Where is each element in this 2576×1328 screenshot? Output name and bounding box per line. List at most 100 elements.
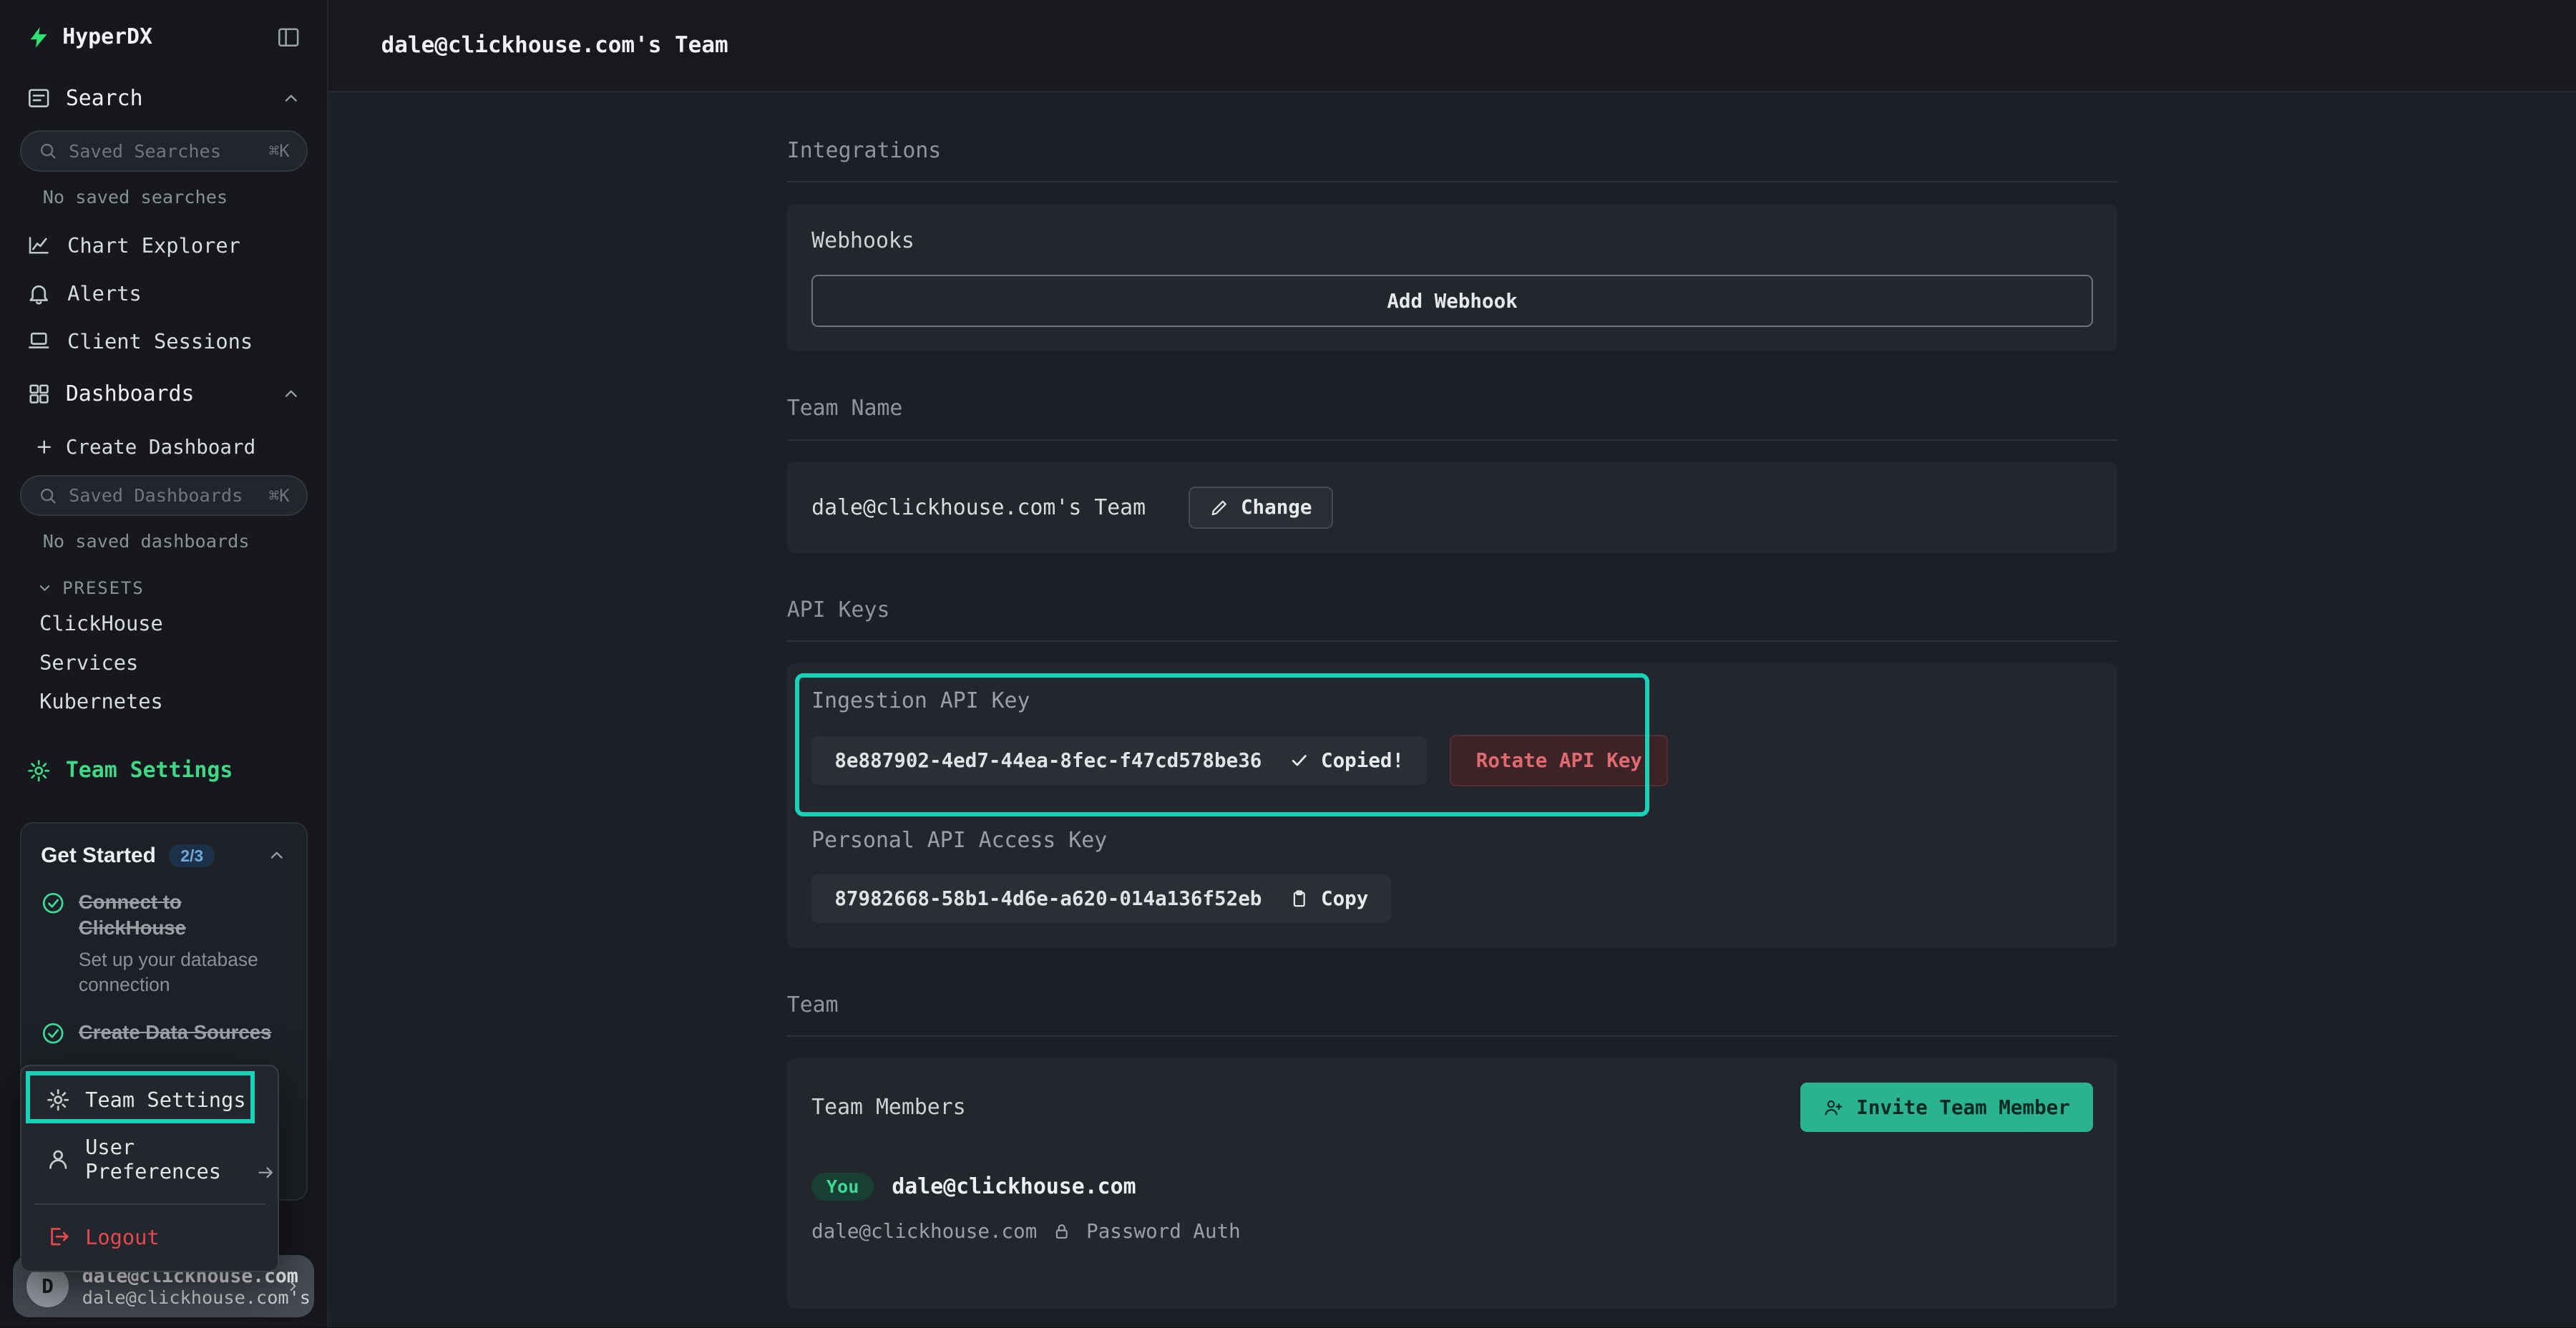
- sidebar-item-dashboards[interactable]: Dashboards: [0, 365, 327, 423]
- get-started-step-sources[interactable]: Create Data Sources: [41, 1020, 286, 1046]
- chevron-right-icon: [285, 1278, 301, 1294]
- main-area: dale@clickhouse.com's Team Integrations …: [328, 0, 2576, 1327]
- saved-dashboards-input[interactable]: Saved Dashboards ⌘K: [20, 475, 308, 516]
- nav-label: Chart Explorer: [67, 233, 240, 258]
- api-keys-heading: API Keys: [787, 597, 2118, 622]
- preset-item-services[interactable]: Services: [0, 644, 327, 683]
- team-heading: Team: [787, 992, 2118, 1017]
- api-keys-card: Ingestion API Key 8e887902-4ed7-44ea-8fe…: [787, 663, 2118, 947]
- app-window: HyperDX Search Saved Searches ⌘K No save…: [0, 0, 2576, 1327]
- clipboard-icon: [1289, 889, 1309, 909]
- check-circle-icon: [41, 891, 65, 915]
- cmd-k-shortcut: ⌘K: [269, 486, 290, 506]
- sidebar-item-chart-explorer[interactable]: Chart Explorer: [0, 222, 327, 270]
- page-header: dale@clickhouse.com's Team: [328, 0, 2576, 92]
- create-dashboard-label: Create Dashboard: [66, 436, 255, 459]
- menu-item-user-preferences[interactable]: User Preferences: [31, 1123, 268, 1195]
- copied-indicator: Copied!: [1289, 749, 1404, 772]
- saved-searches-input[interactable]: Saved Searches ⌘K: [20, 130, 308, 171]
- ingestion-api-key-chip[interactable]: 8e887902-4ed7-44ea-8fec-f47cd578be36 Cop…: [811, 736, 1427, 786]
- menu-label: Logout: [85, 1225, 160, 1249]
- get-started-header[interactable]: Get Started 2/3: [41, 844, 286, 868]
- team-settings-label: Team Settings: [66, 758, 233, 783]
- chevron-up-icon: [281, 384, 301, 404]
- saved-dashboards-placeholder: Saved Dashboards: [69, 485, 243, 506]
- personal-api-key-chip[interactable]: 87982668-58b1-4d6e-a620-014a136f52eb Cop…: [811, 874, 1391, 924]
- add-webhook-button[interactable]: Add Webhook: [811, 275, 2093, 327]
- bell-icon: [26, 281, 51, 306]
- ingestion-api-key-label: Ingestion API Key: [811, 688, 2093, 713]
- ingestion-api-key-value: 8e887902-4ed7-44ea-8fec-f47cd578be36: [834, 749, 1262, 772]
- webhooks-label: Webhooks: [811, 228, 2093, 253]
- menu-item-logout[interactable]: Logout: [31, 1213, 268, 1261]
- team-members-label: Team Members: [811, 1095, 966, 1120]
- divider: [787, 640, 2118, 642]
- sidebar: HyperDX Search Saved Searches ⌘K No save…: [0, 0, 328, 1327]
- webhooks-card: Webhooks Add Webhook: [787, 204, 2118, 351]
- pencil-icon: [1209, 498, 1229, 518]
- presets-label: PRESETS: [62, 578, 144, 598]
- preset-item-clickhouse[interactable]: ClickHouse: [0, 605, 327, 644]
- account-subtitle: dale@clickhouse.com's: [82, 1287, 271, 1308]
- chevron-down-icon: [36, 580, 53, 596]
- member-email: dale@clickhouse.com: [811, 1220, 1037, 1243]
- search-section-icon: [26, 86, 51, 110]
- laptop-icon: [26, 328, 51, 353]
- invite-team-member-button[interactable]: Invite Team Member: [1800, 1083, 2093, 1132]
- collapse-sidebar-icon[interactable]: [276, 25, 301, 49]
- personal-api-key-value: 87982668-58b1-4d6e-a620-014a136f52eb: [834, 887, 1262, 910]
- team-member-row: You dale@clickhouse.com: [811, 1173, 2093, 1200]
- menu-label: Team Settings: [85, 1088, 246, 1112]
- account-context-menu: Team Settings User Preferences Logout: [20, 1065, 280, 1272]
- rotate-api-key-button[interactable]: Rotate API Key: [1450, 735, 1668, 787]
- plus-icon: [34, 437, 54, 457]
- logout-icon: [46, 1224, 70, 1249]
- search-section-label: Search: [66, 86, 143, 111]
- invite-label: Invite Team Member: [1856, 1096, 2070, 1119]
- preset-item-kubernetes[interactable]: Kubernetes: [0, 683, 327, 722]
- team-name-value: dale@clickhouse.com's Team: [811, 495, 1146, 520]
- grid-icon: [26, 381, 51, 406]
- cmd-k-shortcut: ⌘K: [269, 141, 290, 161]
- copy-action: Copy: [1289, 887, 1368, 910]
- sidebar-header: HyperDX: [0, 0, 327, 69]
- person-plus-icon: [1823, 1098, 1843, 1118]
- nav-label: Client Sessions: [67, 329, 253, 353]
- hyperdx-logo-icon: [26, 25, 51, 49]
- check-circle-icon: [41, 1021, 65, 1045]
- get-started-step-connect[interactable]: Connect to ClickHouse Set up your databa…: [41, 889, 286, 998]
- team-members-card: Team Members Invite Team Member You dale…: [787, 1058, 2118, 1309]
- sidebar-item-team-settings[interactable]: Team Settings: [0, 741, 327, 799]
- password-auth-label: Password Auth: [1086, 1220, 1241, 1243]
- sidebar-item-client-sessions[interactable]: Client Sessions: [0, 317, 327, 365]
- sidebar-item-alerts[interactable]: Alerts: [0, 270, 327, 318]
- no-saved-searches-text: No saved searches: [0, 178, 327, 222]
- create-dashboard-button[interactable]: Create Dashboard: [0, 423, 327, 472]
- nav-label: Dashboards: [66, 381, 195, 406]
- integrations-heading: Integrations: [787, 138, 2118, 163]
- divider: [787, 1035, 2118, 1037]
- member-meta-row: dale@clickhouse.com Password Auth: [811, 1220, 2093, 1243]
- get-started-title: Get Started: [41, 844, 156, 868]
- no-saved-dashboards-text: No saved dashboards: [0, 523, 327, 567]
- gear-icon: [26, 758, 51, 783]
- app-title: HyperDX: [62, 24, 152, 49]
- step-title: Connect to ClickHouse: [79, 889, 279, 941]
- presets-toggle[interactable]: PRESETS: [0, 567, 327, 605]
- menu-item-team-settings[interactable]: Team Settings: [31, 1076, 268, 1124]
- search-section-header[interactable]: Search: [0, 69, 327, 127]
- arrow-right-icon: [256, 1163, 276, 1183]
- content-scroll-area[interactable]: Integrations Webhooks Add Webhook Team N…: [328, 92, 2576, 1328]
- search-icon: [38, 486, 58, 506]
- menu-label: User Preferences: [85, 1135, 253, 1183]
- person-icon: [46, 1147, 70, 1171]
- step-subtitle: Set up your database connection: [79, 947, 279, 998]
- copy-label: Copy: [1321, 887, 1368, 910]
- page-title: dale@clickhouse.com's Team: [381, 32, 728, 58]
- change-team-name-button[interactable]: Change: [1189, 487, 1333, 529]
- menu-divider: [34, 1204, 265, 1205]
- divider: [787, 181, 2118, 182]
- team-name-card: dale@clickhouse.com's Team Change: [787, 462, 2118, 553]
- check-icon: [1289, 751, 1309, 771]
- personal-api-key-label: Personal API Access Key: [811, 828, 2093, 853]
